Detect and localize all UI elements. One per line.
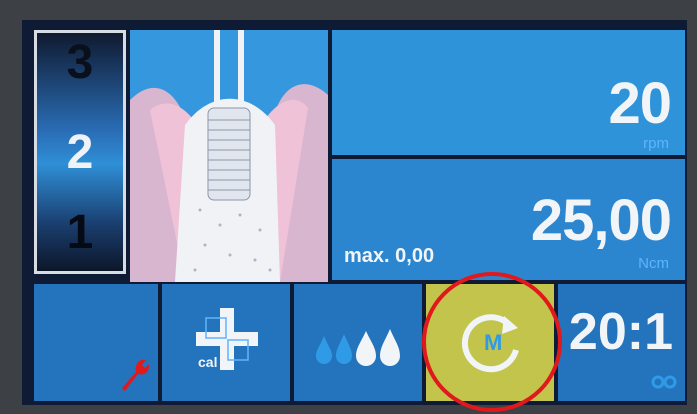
irrigation-button[interactable] xyxy=(294,284,422,401)
torque-value: 25,00 xyxy=(530,188,672,253)
implant-illustration xyxy=(130,30,328,282)
torque-unit: Ncm xyxy=(638,255,669,272)
water-drops-icon xyxy=(316,329,400,366)
gear-ratio-button[interactable]: 20:1 xyxy=(558,284,685,401)
program-1[interactable]: 1 xyxy=(37,205,123,260)
gear-link-icon xyxy=(651,375,677,389)
gear-ratio-label: 20:1 xyxy=(568,303,673,361)
highlight-circle xyxy=(422,272,562,412)
speed-display: 20 rpm xyxy=(332,30,685,155)
torque-display: 25,00 Ncm max. 0,00 xyxy=(332,159,685,280)
settings-button[interactable] xyxy=(34,284,158,401)
torque-max-label: max. 0,00 xyxy=(344,245,435,267)
program-selector[interactable]: 3 2 1 xyxy=(34,30,126,274)
program-3[interactable]: 3 xyxy=(37,35,123,90)
touch-screen: 3 2 1 20 rpm 25,00 Ncm max. 0,00 cal M 2… xyxy=(22,20,687,412)
speed-unit: rpm xyxy=(643,135,669,152)
speed-value: 20 xyxy=(608,71,672,136)
wrench-icon xyxy=(122,359,150,391)
program-2[interactable]: 2 xyxy=(37,125,123,180)
calibrate-label: cal xyxy=(198,354,218,370)
calibrate-button[interactable]: cal xyxy=(162,284,290,401)
